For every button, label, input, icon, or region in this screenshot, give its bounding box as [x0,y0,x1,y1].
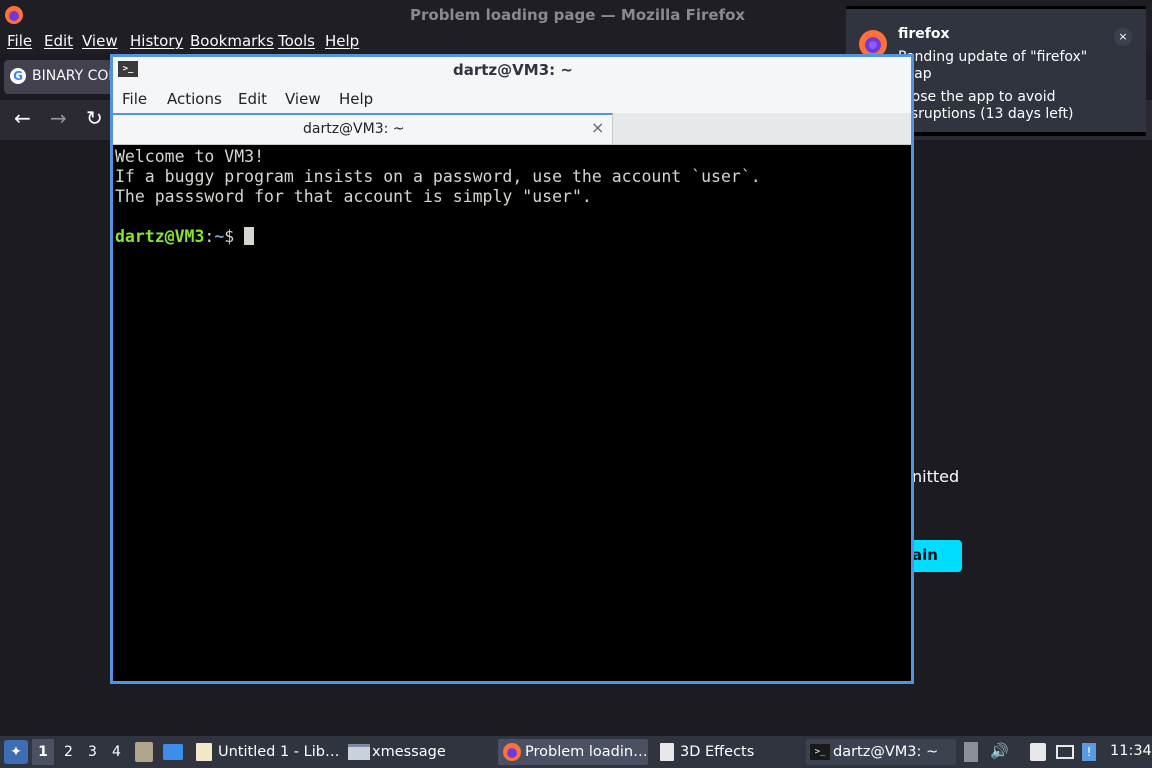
workspace-1[interactable]: 1 [32,739,54,765]
notification-app: firefox [898,26,950,42]
terminal-menubar: File Actions Edit View Help [113,83,911,113]
menu-bookmarks[interactable]: Bookmarks [190,32,274,50]
document-icon [196,743,212,761]
terminal-window-title: dartz@VM3: ~ [453,61,573,79]
try-again-button[interactable]: ain [912,540,962,572]
tab-close-icon[interactable]: × [591,118,604,137]
menu-tools[interactable]: Tools [278,32,315,50]
terminal-icon: >_ [810,744,830,760]
file-manager-icon[interactable] [135,742,153,762]
task-libreoffice[interactable]: Untitled 1 - Lib… [192,739,340,765]
notification-summary: Pending update of "firefox" snap [898,49,1088,82]
firefox-icon [5,6,23,24]
workspace-4[interactable]: 4 [112,744,121,760]
terminal-tab[interactable]: dartz@VM3: ~ × [113,113,613,144]
term-menu-file[interactable]: File [122,90,147,108]
prompt-user: dartz@VM3 [115,227,205,246]
firefox-tab-label: BINARY COD [32,68,120,84]
terminal-window: >_ dartz@VM3: ~ File Actions Edit View H… [110,54,914,684]
window-icon [348,744,370,760]
task-label: 3D Effects [680,744,755,760]
menu-view[interactable]: View [82,32,118,50]
forward-icon[interactable]: → [50,106,67,130]
prompt-symbol: $ [224,227,245,246]
menu-file[interactable]: File [7,32,32,50]
firefox-window-title: Problem loading page — Mozilla Firefox [410,6,746,24]
notification-close-button[interactable]: × [1114,28,1132,46]
menu-edit[interactable]: Edit [44,32,73,50]
task-3d-effects[interactable]: 3D Effects [654,739,802,765]
task-label: xmessage [372,744,446,760]
task-label: Untitled 1 - Lib… [218,744,340,760]
task-label: Problem loadin… [525,744,648,760]
notification-body: Close the app to avoid disruptions (13 d… [898,89,1074,122]
tray-arrow-icon[interactable] [964,742,978,762]
workspace-3[interactable]: 3 [88,744,97,760]
task-xmessage[interactable]: xmessage [344,739,494,765]
task-label: dartz@VM3: ~ [833,744,939,760]
term-menu-edit[interactable]: Edit [238,90,267,108]
updates-icon[interactable]: ! [1082,743,1096,761]
workspace-2[interactable]: 2 [64,744,73,760]
terminal-titlebar[interactable]: >_ dartz@VM3: ~ [113,57,911,83]
firefox-tab[interactable]: G BINARY COD [4,60,119,94]
terminal-output[interactable]: Welcome to VM3! If a buggy program insist… [113,145,911,681]
clock[interactable]: 11:34 [1110,743,1152,759]
firefox-icon [503,743,521,761]
term-menu-view[interactable]: View [285,90,321,108]
terminal-line: If a buggy program insists on a password… [115,167,761,186]
document-icon [660,743,674,761]
clipboard-icon[interactable] [1030,743,1046,761]
start-menu-icon[interactable]: ✦ [4,740,28,764]
back-icon[interactable]: ← [14,106,31,130]
terminal-line: The passsword for that account is simply… [115,187,592,206]
show-desktop-icon[interactable] [163,744,183,760]
text-cursor [244,227,255,245]
prompt-path: ~ [214,227,225,246]
menu-history[interactable]: History [130,32,183,50]
menu-help[interactable]: Help [325,32,359,50]
task-firefox[interactable]: Problem loadin… [498,739,648,765]
google-icon: G [10,68,26,84]
prompt-separator: : [204,227,215,246]
task-terminal[interactable]: >_ dartz@VM3: ~ [806,739,956,765]
reload-icon[interactable]: ↻ [86,106,103,130]
volume-icon[interactable]: 🔊 [990,742,1009,760]
try-again-label: ain [912,546,938,564]
network-icon[interactable] [1056,745,1074,759]
firefox-page-text: nitted [912,467,960,486]
terminal-line: Welcome to VM3! [115,147,265,166]
term-menu-help[interactable]: Help [339,90,373,108]
terminal-prompt: dartz@VM3:~$ [115,227,909,247]
taskbar: ✦ 1 2 3 4 Untitled 1 - Lib… xmessage Pro… [0,736,1152,768]
terminal-icon: >_ [118,61,138,77]
terminal-tab-title: dartz@VM3: ~ [303,121,405,137]
term-menu-actions[interactable]: Actions [167,90,222,108]
